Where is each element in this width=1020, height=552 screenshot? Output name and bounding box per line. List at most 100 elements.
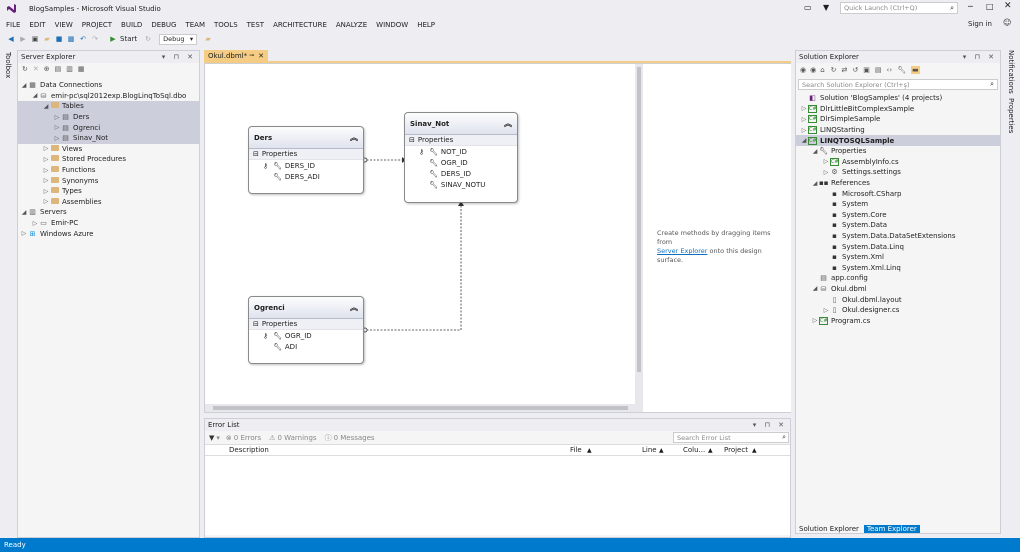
tree-item[interactable]: ▷ C# Program.cs bbox=[796, 315, 1000, 326]
tab-okul-dbml[interactable]: Okul.dbml* ⊸ ✕ bbox=[204, 50, 268, 61]
properties-icon[interactable]: 🔧︎ bbox=[897, 66, 906, 74]
tree-item[interactable]: ▪ Microsoft.CSharp bbox=[796, 188, 1000, 199]
menu-edit[interactable]: EDIT bbox=[29, 21, 45, 29]
tree-item[interactable]: ◢ ⛁ emir-pc\sql2012exp.BlogLinqToSql.dbo bbox=[18, 91, 199, 102]
collapse-all-icon[interactable]: ▣ bbox=[863, 66, 870, 74]
undo-icon[interactable]: ↶ bbox=[78, 34, 88, 45]
menu-architecture[interactable]: ARCHITECTURE bbox=[273, 21, 327, 29]
redo-icon[interactable]: ↷ bbox=[90, 34, 100, 45]
tab-team-explorer[interactable]: Team Explorer bbox=[863, 524, 920, 533]
tree-item[interactable]: ▷ ▤ Ogrenci bbox=[18, 122, 199, 133]
tree-item[interactable]: ▷ Views bbox=[18, 144, 199, 155]
entity-property[interactable]: ⚷ 🔧︎ NOT_ID bbox=[405, 146, 517, 157]
collapse-arrow-icon[interactable]: ◢ bbox=[811, 285, 819, 292]
tree-item[interactable]: ▪ System.Core bbox=[796, 210, 1000, 221]
maximize-button[interactable]: □ bbox=[986, 2, 994, 11]
collapse-arrow-icon[interactable]: ◢ bbox=[811, 180, 819, 187]
tree-item[interactable]: ◢ ⛁ Okul.dbml bbox=[796, 284, 1000, 295]
start-icon[interactable]: ▶ bbox=[108, 34, 118, 45]
connect-server-icon[interactable]: ▤ bbox=[55, 65, 62, 73]
tree-item[interactable]: ▷ Assemblies bbox=[18, 197, 199, 208]
collapse-arrow-icon[interactable]: ◢ bbox=[800, 137, 808, 144]
column-description[interactable]: Description bbox=[229, 446, 269, 454]
feedback-icon[interactable]: ▭ bbox=[804, 3, 812, 12]
messages-toggle[interactable]: 0 Messages bbox=[334, 434, 375, 442]
menu-window[interactable]: WINDOW bbox=[376, 21, 408, 29]
tree-item[interactable]: ▷ ▭ Emir-PC bbox=[18, 218, 199, 229]
solution-search-box[interactable]: Search Solution Explorer (Ctrl+ş) ⌕ bbox=[798, 79, 998, 90]
tree-item[interactable]: ◢ ▪▪ References bbox=[796, 178, 1000, 189]
save-all-icon[interactable]: ▩ bbox=[66, 34, 76, 45]
error-search-input[interactable]: Search Error List bbox=[677, 434, 731, 442]
column-file[interactable]: File bbox=[570, 446, 582, 454]
expand-arrow-icon[interactable]: ▷ bbox=[53, 135, 61, 142]
column-column[interactable]: Colu... bbox=[683, 446, 705, 454]
entity-property[interactable]: 🔧︎ SINAV_NOTU bbox=[405, 179, 517, 190]
properties-tab[interactable]: Properties bbox=[1007, 98, 1015, 133]
column-project[interactable]: Project bbox=[724, 446, 748, 454]
minimize-button[interactable]: ─ bbox=[968, 2, 973, 11]
show-all-files-icon[interactable]: ▤ bbox=[875, 66, 882, 74]
vertical-scrollbar[interactable] bbox=[635, 64, 643, 404]
pending-changes-icon[interactable]: ⇄ bbox=[842, 66, 848, 74]
menu-build[interactable]: BUILD bbox=[121, 21, 142, 29]
entity-property[interactable]: ⚷ 🔧︎ OGR_ID bbox=[249, 330, 363, 341]
tree-item[interactable]: ▤ app.config bbox=[796, 273, 1000, 284]
menu-project[interactable]: PROJECT bbox=[82, 21, 112, 29]
close-tab-icon[interactable]: ✕ bbox=[258, 52, 264, 60]
collapse-icon[interactable]: ︽ bbox=[350, 302, 358, 313]
tab-solution-explorer[interactable]: Solution Explorer bbox=[796, 524, 862, 533]
entity-ogrenci[interactable]: Ogrenci ︽ ⊟ Properties ⚷ 🔧︎ OGR_ID 🔧︎ ADI bbox=[248, 296, 364, 364]
solution-search-input[interactable]: Search Solution Explorer (Ctrl+ş) bbox=[802, 81, 910, 89]
panel-controls-icon[interactable]: ▾ ⊓ ✕ bbox=[963, 53, 997, 61]
start-button[interactable]: Start bbox=[120, 35, 137, 43]
tree-item[interactable]: ▷ Functions bbox=[18, 165, 199, 176]
find-icon[interactable]: ▰ bbox=[203, 34, 213, 45]
refresh-icon[interactable]: ↻ bbox=[22, 65, 28, 73]
collapse-arrow-icon[interactable]: ◢ bbox=[20, 82, 28, 89]
chevron-down-icon[interactable]: ▾ bbox=[216, 434, 220, 442]
back-icon[interactable]: ◀ bbox=[6, 34, 16, 45]
view-code-icon[interactable]: ‹› bbox=[887, 66, 893, 74]
scroll-thumb[interactable] bbox=[637, 67, 641, 372]
azure-icon[interactable]: ▥ bbox=[66, 65, 73, 73]
tree-item[interactable]: ▪ System.Data bbox=[796, 220, 1000, 231]
entity-property[interactable]: ⚷ 🔧︎ DERS_ID bbox=[249, 160, 363, 171]
back-icon[interactable]: ◉ bbox=[800, 66, 806, 74]
collapse-arrow-icon[interactable]: ◢ bbox=[811, 148, 819, 155]
sign-in-link[interactable]: Sign in bbox=[968, 20, 992, 28]
tree-item[interactable]: ▷ ▤ Ders bbox=[18, 111, 199, 123]
menu-view[interactable]: VIEW bbox=[55, 21, 73, 29]
tree-item[interactable]: ◢ C# LINQTOSQLSample bbox=[796, 135, 1000, 146]
quick-launch-box[interactable]: Quick Launch (Ctrl+Q) ⌕ bbox=[840, 2, 958, 14]
tree-item[interactable]: ◧ Solution 'BlogSamples' (4 projects) bbox=[796, 93, 1000, 104]
expand-arrow-icon[interactable]: ▷ bbox=[42, 177, 50, 184]
user-icon[interactable]: ☺ bbox=[1003, 18, 1011, 27]
tree-item[interactable]: ▷ Stored Procedures bbox=[18, 154, 199, 165]
collapse-arrow-icon[interactable]: ◢ bbox=[31, 92, 39, 99]
tree-item[interactable]: ▷ C# AssemblyInfo.cs bbox=[796, 157, 1000, 168]
entity-property[interactable]: 🔧︎ OGR_ID bbox=[405, 157, 517, 168]
stop-icon[interactable]: ✕ bbox=[33, 65, 39, 73]
tree-item[interactable]: ◢ ▦ Data Connections bbox=[18, 80, 199, 91]
tree-item[interactable]: ▷ ▤ Sinav_Not bbox=[18, 132, 199, 144]
tree-item[interactable]: ▷ Synonyms bbox=[18, 175, 199, 186]
expand-arrow-icon[interactable]: ▷ bbox=[822, 169, 830, 176]
expand-arrow-icon[interactable]: ▷ bbox=[800, 116, 808, 123]
refresh-icon[interactable]: ↻ bbox=[143, 34, 153, 45]
sync-icon[interactable]: ↻ bbox=[831, 66, 837, 74]
tree-item[interactable]: ▷ Types bbox=[18, 186, 199, 197]
preview-icon[interactable]: ▬ bbox=[911, 66, 920, 74]
entity-sinav-not[interactable]: Sinav_Not ︽ ⊟ Properties ⚷ 🔧︎ NOT_ID 🔧︎ OGR… bbox=[404, 112, 518, 203]
collapse-arrow-icon[interactable]: ◢ bbox=[42, 103, 50, 110]
collapse-icon[interactable]: ︽ bbox=[350, 132, 358, 143]
warnings-toggle[interactable]: 0 Warnings bbox=[277, 434, 316, 442]
filter-icon[interactable]: ▼ bbox=[209, 434, 214, 442]
notifications-tab[interactable]: Notifications bbox=[1007, 50, 1015, 94]
properties-section[interactable]: ⊟ Properties bbox=[249, 319, 363, 330]
refresh-icon[interactable]: ↺ bbox=[852, 66, 858, 74]
expand-arrow-icon[interactable]: ▷ bbox=[31, 220, 39, 227]
panel-controls-icon[interactable]: ▾ ⊓ ✕ bbox=[753, 421, 787, 429]
tree-item[interactable]: ▷ C# DlrSimpleSample bbox=[796, 114, 1000, 125]
tree-item[interactable]: ▪ System.Data.DataSetExtensions bbox=[796, 231, 1000, 242]
